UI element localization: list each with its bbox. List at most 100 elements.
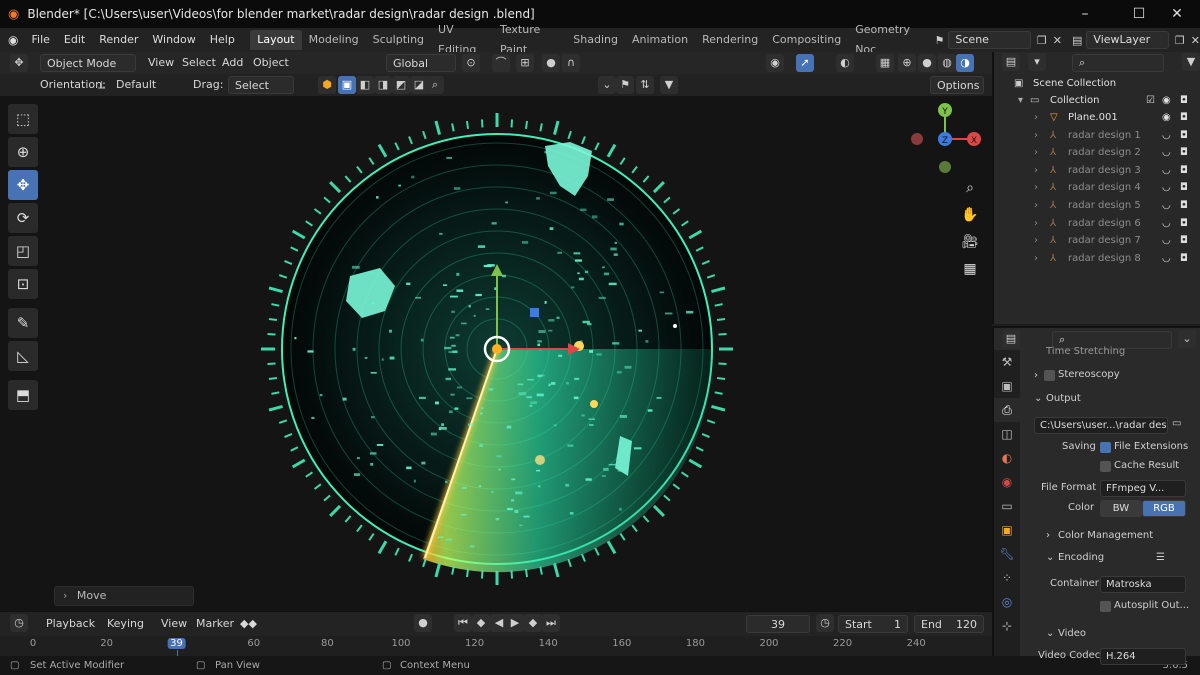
camera-render-icon[interactable]: ◘ <box>1180 162 1188 179</box>
video-codec-select[interactable]: H.264 <box>1100 648 1186 665</box>
drag-selector[interactable]: Select Box <box>228 76 294 110</box>
outliner-item[interactable]: › ⅄ radar design 2 ◡ ◘ <box>994 144 1200 161</box>
outliner-item[interactable]: › ⅄ radar design 7 ◡ ◘ <box>994 232 1200 249</box>
timeline-editor-icon[interactable]: ◷ <box>10 614 28 632</box>
camera-render-icon[interactable]: ◘ <box>1180 215 1188 232</box>
measure-tool-icon[interactable]: ◺ <box>8 341 38 371</box>
outliner-item[interactable]: › ▽ Plane.001 ◉ ◘ <box>994 109 1200 126</box>
select-new-icon[interactable]: ▣ <box>338 76 356 94</box>
close-button[interactable]: ✕ <box>1154 0 1200 28</box>
scene-tab-icon[interactable]: ◐ <box>994 446 1020 470</box>
output-path-field[interactable]: C:\Users\user...\radar design\ <box>1034 417 1168 434</box>
camera-render-icon[interactable]: ◘ <box>1180 127 1188 144</box>
tab-animation[interactable]: Animation <box>625 30 695 50</box>
stereoscopy-panel[interactable]: Stereoscopy <box>1058 369 1120 380</box>
video-panel[interactable]: Video <box>1058 628 1086 639</box>
add-cube-tool-icon[interactable]: ⬒ <box>8 380 38 410</box>
chevron-right-icon[interactable]: › <box>1034 215 1038 232</box>
menu-view[interactable]: View <box>148 54 174 72</box>
properties-options-icon[interactable]: ⌄ <box>1178 330 1196 348</box>
checkbox-icon[interactable]: ☑ <box>1146 92 1155 109</box>
blender-menu-icon[interactable]: ◉ <box>8 33 18 47</box>
next-keyframe-icon[interactable]: ◆ <box>524 614 542 632</box>
3d-viewport[interactable]: Y Z X <box>0 96 992 611</box>
gizmo-plane-handle[interactable] <box>530 308 539 317</box>
bookmark-icon[interactable]: ⚑ <box>616 76 634 94</box>
cursor-tool-icon[interactable]: ⊕ <box>8 137 38 167</box>
eye-closed-icon[interactable]: ◡ <box>1162 127 1171 144</box>
eye-closed-icon[interactable]: ◡ <box>1162 179 1171 196</box>
tab-modeling[interactable]: Modeling <box>302 30 366 50</box>
camera-render-icon[interactable]: ◘ <box>1180 250 1188 267</box>
timeline-ruler[interactable]: 0 20 39 60 80 100 120 140 160 180 200 220 240 <box>0 636 992 656</box>
proportional-edit-icon[interactable]: ● <box>542 54 560 72</box>
chevron-down-icon[interactable]: ▾ <box>1018 92 1023 109</box>
properties-editor-icon[interactable]: ▤ <box>1002 330 1020 348</box>
color-bw-option[interactable]: BW <box>1100 500 1142 517</box>
minimize-button[interactable]: – <box>1062 0 1108 28</box>
eye-icon[interactable]: ◉ <box>1162 92 1171 109</box>
output-panel[interactable]: Output <box>1046 393 1081 404</box>
menu-marker[interactable]: Marker <box>196 615 234 633</box>
snap-target-icon[interactable]: ⊞ <box>516 54 534 72</box>
camera-render-icon[interactable]: ◘ <box>1180 179 1188 196</box>
menu-help[interactable]: Help <box>203 28 242 52</box>
gizmo-toggle-icon[interactable]: ➚ <box>796 54 814 72</box>
select-invert-icon[interactable]: ◩ <box>392 76 410 94</box>
eye-closed-icon[interactable]: ◡ <box>1162 162 1171 179</box>
chevron-right-icon[interactable]: › <box>1034 250 1038 267</box>
current-frame-field[interactable]: 39 <box>746 615 810 633</box>
keyframe-icon[interactable]: ◆◆ <box>240 615 257 633</box>
record-icon[interactable]: ● <box>414 614 432 632</box>
eye-closed-icon[interactable]: ◡ <box>1162 215 1171 232</box>
menu-timeline-view[interactable]: View <box>161 615 187 633</box>
snap-icon[interactable]: ⌒ <box>492 54 510 72</box>
timeline-playhead[interactable]: 39 <box>167 638 186 649</box>
clock-icon[interactable]: ◷ <box>816 614 834 632</box>
chevron-right-icon[interactable]: › <box>1034 179 1038 196</box>
select-subtract-icon[interactable]: ◨ <box>374 76 392 94</box>
tab-layout[interactable]: Layout <box>250 30 302 50</box>
chevron-down-icon[interactable]: ⌄ <box>1034 393 1042 404</box>
keyframe-filter-icon[interactable]: ⌄ <box>598 76 616 94</box>
menu-add[interactable]: Add <box>222 54 243 72</box>
cache-result-checkbox[interactable] <box>1100 461 1111 472</box>
nav-neg-y-ball[interactable] <box>939 161 951 173</box>
outliner-filter-icon[interactable]: ▼ <box>1182 53 1200 71</box>
menu-keying[interactable]: Keying <box>107 615 144 633</box>
eye-icon[interactable]: ◉ <box>1162 109 1171 126</box>
menu-object[interactable]: Object <box>253 54 289 72</box>
xray-icon[interactable]: ▦ <box>876 54 894 72</box>
scene-remove-icon[interactable]: ✕ <box>1053 34 1062 47</box>
camera-render-icon[interactable]: ◘ <box>1180 92 1188 109</box>
end-frame-field[interactable]: End 120 <box>914 615 984 633</box>
chevron-right-icon[interactable]: › <box>1034 232 1038 249</box>
tool-tab-icon[interactable]: ⚒ <box>994 350 1020 374</box>
chevron-right-icon[interactable]: › <box>1034 370 1038 381</box>
list-icon[interactable]: ☰ <box>1156 552 1165 563</box>
chevron-right-icon[interactable]: › <box>1034 127 1038 144</box>
sort-icon[interactable]: ⇅ <box>636 76 654 94</box>
scene-collection-row[interactable]: ▣ Scene Collection <box>994 75 1200 92</box>
outliner-item[interactable]: › ⅄ radar design 6 ◡ ◘ <box>994 215 1200 232</box>
menu-render[interactable]: Render <box>92 28 145 52</box>
shading-rendered-icon[interactable]: ◑ <box>956 54 974 72</box>
stereoscopy-checkbox[interactable] <box>1044 370 1055 381</box>
encoding-panel[interactable]: Encoding <box>1058 552 1104 563</box>
overlay-icon[interactable]: ◐ <box>836 54 854 72</box>
options-button[interactable]: Options <box>930 76 984 94</box>
scene-selector[interactable]: Scene <box>948 31 1031 49</box>
constraints-tab-icon[interactable]: ⊹ <box>994 614 1020 638</box>
orientation-selector[interactable]: Default <box>116 76 182 94</box>
camera-render-icon[interactable]: ◘ <box>1180 232 1188 249</box>
annotate-tool-icon[interactable]: ✎ <box>8 308 38 338</box>
jump-end-icon[interactable]: ⏭ <box>542 614 560 632</box>
menu-select[interactable]: Select <box>182 54 216 72</box>
camera-render-icon[interactable]: ◘ <box>1180 144 1188 161</box>
last-operator-panel[interactable]: › Move <box>54 586 194 606</box>
physics-tab-icon[interactable]: ◎ <box>994 590 1020 614</box>
outliner-search-input[interactable]: ⌕ <box>1072 54 1164 72</box>
time-stretching-panel[interactable]: Time Stretching <box>1046 346 1125 357</box>
eye-closed-icon[interactable]: ◡ <box>1162 250 1171 267</box>
nav-neg-x-ball[interactable] <box>911 133 923 145</box>
